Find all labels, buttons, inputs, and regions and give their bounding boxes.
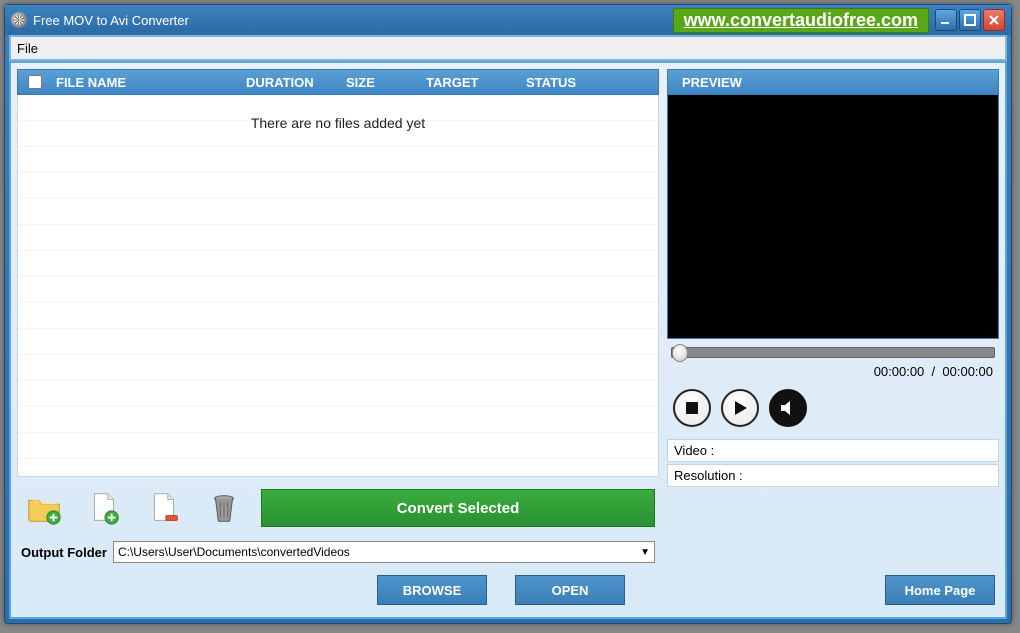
remove-file-button[interactable] [141, 488, 187, 528]
seek-slider[interactable] [671, 347, 995, 358]
resolution-info: Resolution : [667, 464, 999, 487]
stop-icon [684, 400, 700, 416]
toolbar: Convert Selected [17, 477, 659, 539]
video-info: Video : [667, 439, 999, 462]
col-target[interactable]: TARGET [422, 75, 522, 90]
preview-header: PREVIEW [667, 69, 999, 95]
current-time: 00:00:00 [874, 364, 925, 379]
seek-thumb[interactable] [672, 344, 688, 362]
open-button[interactable]: OPEN [515, 575, 625, 605]
home-page-button[interactable]: Home Page [885, 575, 995, 605]
select-all-checkbox[interactable] [28, 75, 42, 89]
promo-link[interactable]: www.convertaudiofree.com [673, 8, 929, 33]
volume-button[interactable] [769, 389, 807, 427]
file-remove-icon [145, 490, 183, 526]
output-folder-input[interactable]: C:\Users\User\Documents\convertedVideos … [113, 541, 655, 563]
output-folder-label: Output Folder [21, 545, 107, 560]
menubar: File [9, 35, 1007, 61]
app-window: Free MOV to Avi Converter www.convertaud… [4, 4, 1012, 624]
empty-message: There are no files added yet [18, 115, 658, 131]
preview-video[interactable] [667, 95, 999, 339]
close-button[interactable] [983, 9, 1005, 31]
total-time: 00:00:00 [942, 364, 993, 379]
delete-button[interactable] [201, 488, 247, 528]
file-table-header: FILE NAME DURATION SIZE TARGET STATUS [17, 69, 659, 95]
menu-file[interactable]: File [17, 41, 38, 56]
convert-selected-button[interactable]: Convert Selected [261, 489, 655, 527]
add-folder-button[interactable] [21, 488, 67, 528]
file-table-body[interactable]: There are no files added yet [17, 95, 659, 477]
file-add-icon [85, 490, 123, 526]
add-file-button[interactable] [81, 488, 127, 528]
play-button[interactable] [721, 389, 759, 427]
right-panel: PREVIEW 00:00:00 / 00:00:00 [667, 69, 999, 611]
stop-button[interactable] [673, 389, 711, 427]
col-filename[interactable]: FILE NAME [52, 75, 242, 90]
folder-add-icon [25, 490, 63, 526]
minimize-button[interactable] [935, 9, 957, 31]
col-duration[interactable]: DURATION [242, 75, 342, 90]
app-icon [11, 12, 27, 28]
browse-button[interactable]: BROWSE [377, 575, 487, 605]
speaker-icon [779, 399, 797, 417]
output-folder-path: C:\Users\User\Documents\convertedVideos [118, 545, 350, 559]
maximize-button[interactable] [959, 9, 981, 31]
trash-icon [205, 490, 243, 526]
col-status[interactable]: STATUS [522, 75, 658, 90]
titlebar[interactable]: Free MOV to Avi Converter www.convertaud… [5, 5, 1011, 35]
time-display: 00:00:00 / 00:00:00 [667, 362, 999, 387]
left-panel: FILE NAME DURATION SIZE TARGET STATUS Th… [17, 69, 659, 611]
dropdown-icon[interactable]: ▼ [640, 547, 650, 558]
play-icon [731, 399, 749, 417]
window-title: Free MOV to Avi Converter [33, 13, 189, 28]
col-size[interactable]: SIZE [342, 75, 422, 90]
